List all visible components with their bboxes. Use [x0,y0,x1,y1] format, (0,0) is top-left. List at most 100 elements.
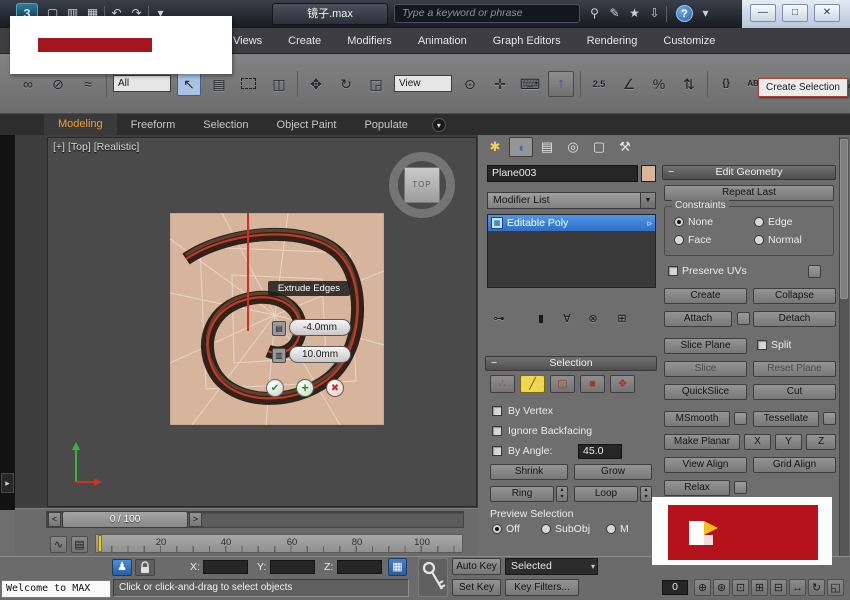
reference-coordinate-dropdown[interactable]: View [394,75,452,92]
menu-customize[interactable]: Customize [650,35,728,47]
maximize-viewport-icon[interactable]: ◱ [827,579,844,596]
snaps-toggle-icon[interactable]: 2.5 [587,72,611,96]
tessellate-button[interactable]: Tessellate [753,411,819,427]
named-selection-sets-icon[interactable]: {} [714,72,738,96]
y-coord-field[interactable] [270,560,315,574]
percent-snap-icon[interactable]: % [647,72,671,96]
subobject-element-icon[interactable]: ❖ [610,375,635,393]
menu-animation[interactable]: Animation [405,35,480,47]
detach-button[interactable]: Detach [753,311,836,327]
planar-y-button[interactable]: Y [775,434,802,450]
auto-key-button[interactable]: Auto Key [452,558,501,575]
modifier-list-dropdown[interactable]: Modifier List ▼ [487,192,656,209]
gizmo-y-axis[interactable] [247,213,249,331]
zoom-all-icon[interactable]: ⊛ [713,579,730,596]
attach-button[interactable]: Attach [664,311,732,327]
select-and-link-icon[interactable]: ∞ [16,72,40,96]
search-input[interactable]: Type a keyword or phrase [394,4,580,23]
viewport-layout-tab[interactable]: ▸ [1,473,14,493]
caddy-cancel-button[interactable]: ✖ [326,379,344,397]
tab-populate[interactable]: Populate [350,119,421,131]
quickslice-button[interactable]: QuickSlice [664,384,747,400]
key-filters-button[interactable]: Key Filters... [505,579,579,596]
search-icon[interactable]: ⚲ [586,5,603,22]
selected-filter-dropdown[interactable]: Selected ▾ [505,558,598,575]
pan-icon[interactable]: ↔ [789,579,806,596]
spin-up-icon[interactable]: ▴ [560,487,563,493]
zoom-extents-all-icon[interactable]: ⊞ [751,579,768,596]
create-button[interactable]: Create [664,288,747,304]
planar-x-button[interactable]: X [744,434,771,450]
pin-stack-icon[interactable]: ⊶ [489,311,509,327]
reset-plane-button[interactable]: Reset Plane [753,361,836,377]
window-crossing-icon[interactable]: ◫ [267,72,291,96]
slice-plane-button[interactable]: Slice Plane [664,338,747,354]
menu-rendering[interactable]: Rendering [574,35,651,47]
preview-subobj-radio[interactable] [541,524,551,534]
menu-graph-editors[interactable]: Graph Editors [480,35,574,47]
tab-object-paint[interactable]: Object Paint [263,119,351,131]
viewport-menu-view[interactable]: [Top] [68,141,91,153]
tab-motion-icon[interactable]: ◎ [561,137,585,157]
preserve-uvs-checkbox[interactable] [668,266,678,276]
caddy-apply-button[interactable]: + [296,379,314,397]
favorites-star-icon[interactable]: ★ [626,5,643,22]
ignore-backfacing-checkbox[interactable] [492,426,502,436]
zoom-icon[interactable]: ⊕ [694,579,711,596]
viewport-menu-general[interactable]: [+] [53,141,65,153]
planar-z-button[interactable]: Z [806,434,836,450]
viewport-menu-shading[interactable]: [Realistic] [94,141,140,153]
minimize-button[interactable]: — [750,4,776,22]
orbit-icon[interactable]: ↻ [808,579,825,596]
subobject-edge-icon[interactable]: ╱ [520,375,545,393]
preview-off-radio[interactable] [492,524,502,534]
tab-modeling[interactable]: Modeling [44,114,117,135]
tessellate-settings-button[interactable] [823,412,836,425]
track-layers-icon[interactable]: ▤ [71,536,88,553]
help-dropdown-icon[interactable]: ▾ [697,5,714,22]
constraint-normal-radio[interactable] [754,235,764,245]
isolate-selection-icon[interactable]: ♟ [112,559,132,576]
keyboard-override-icon[interactable]: ⌨ [518,72,542,96]
slice-button[interactable]: Slice [664,361,747,377]
mini-curve-editor-icon[interactable]: ∿ [50,536,67,553]
stack-item-editable-poly[interactable]: ▦ Editable Poly ▹ [488,215,655,231]
maximize-button[interactable]: □ [782,4,808,22]
time-slider-handle[interactable]: 0 / 100 [62,511,188,528]
selection-rollout-header[interactable]: − Selection [485,356,657,371]
frame-marker[interactable] [98,535,102,552]
select-by-name-icon[interactable]: ▤ [207,72,231,96]
selection-filter-dropdown[interactable]: All [113,75,171,92]
msmooth-button[interactable]: MSmooth [664,411,730,427]
select-and-manipulate-icon[interactable]: ✛ [488,72,512,96]
caddy-height-icon[interactable]: ▤ [272,321,286,336]
maxscript-mini-listener[interactable]: Welcome to MAX [1,580,111,598]
select-and-place-icon[interactable]: ↑ [548,71,574,97]
grow-button[interactable]: Grow [574,464,652,480]
menu-modifiers[interactable]: Modifiers [334,35,405,47]
frame-number-field[interactable]: 0 [662,580,688,595]
spin-down-icon[interactable]: ▾ [644,494,647,500]
show-end-result-icon[interactable]: ▮ [531,311,551,327]
zoom-region-icon[interactable]: ⊟ [770,579,787,596]
spin-up-icon[interactable]: ▴ [644,487,647,493]
tab-display-icon[interactable]: ▢ [587,137,611,157]
by-vertex-checkbox[interactable] [492,406,502,416]
select-object-icon[interactable]: ↖ [177,72,201,96]
time-prev-button[interactable]: < [48,512,61,527]
object-name-field[interactable]: Plane003 [487,165,638,182]
selection-region-icon[interactable] [237,72,261,96]
selection-lock-icon[interactable] [135,559,155,576]
menu-create[interactable]: Create [275,35,334,47]
help-icon[interactable]: ? [676,5,693,22]
tab-modify-icon[interactable]: ◖ [509,137,533,157]
tab-freeform[interactable]: Freeform [117,119,190,131]
caddy-width-value[interactable]: 10.0mm [289,346,351,363]
select-and-rotate-icon[interactable]: ↻ [334,72,358,96]
preview-multi-radio[interactable] [606,524,616,534]
collapse-button[interactable]: Collapse [753,288,836,304]
remove-modifier-icon[interactable]: ⊗ [583,311,603,327]
select-and-move-icon[interactable]: ✥ [304,72,328,96]
make-planar-button[interactable]: Make Planar [664,434,740,450]
ring-spinner[interactable]: ▴▾ [556,486,568,502]
